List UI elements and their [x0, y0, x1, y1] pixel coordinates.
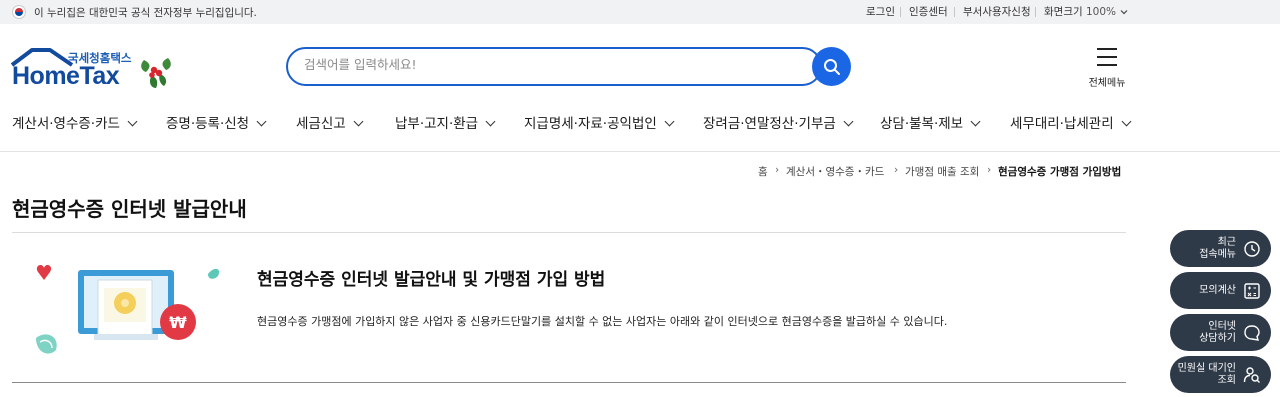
gnb-label: 지급명세·자료·공익법인 — [524, 116, 657, 132]
gnb-item-consulting[interactable]: 상담·불복·제보 — [880, 112, 981, 132]
quick-label: 최근 — [1217, 236, 1236, 248]
hometax-logo[interactable]: 국세청홈택스 HomeTax — [10, 47, 180, 97]
chevron-down-icon — [843, 116, 854, 127]
login-link[interactable]: 로그인 — [866, 4, 895, 19]
chevron-down-icon — [664, 116, 675, 127]
section-divider — [12, 382, 1126, 383]
breadcrumb-current: 현금영수증 가맹점 가입방법 — [998, 166, 1122, 178]
gnb-label: 상담·불복·제보 — [880, 116, 964, 132]
online-consult-button[interactable]: 인터넷 상담하기 — [1170, 314, 1271, 351]
zoom-select[interactable]: 화면크기 100% — [1044, 4, 1128, 19]
quick-label: 모의계산 — [1199, 284, 1236, 296]
gnb-item-incentives[interactable]: 장려금·연말정산·기부금 — [703, 112, 854, 132]
search-box — [286, 47, 822, 86]
chevron-down-icon — [353, 116, 364, 127]
zoom-label: 화면크기 — [1044, 6, 1083, 18]
cert-center-link[interactable]: 인증센터 — [909, 4, 948, 19]
breadcrumb-separator-icon: › — [775, 164, 780, 176]
gnb-label: 세무대리·납세관리 — [1010, 116, 1114, 132]
page-title: 현금영수증 인터넷 발급안내 — [12, 197, 247, 221]
gnb-label: 납부·고지·환급 — [395, 116, 479, 132]
zoom-value: 100% — [1085, 6, 1117, 18]
chevron-down-icon — [1121, 116, 1132, 127]
logo-english-text: HomeTax — [12, 62, 120, 90]
chevron-down-icon — [127, 116, 138, 127]
recent-menu-button[interactable]: 최근 접속메뉴 — [1170, 230, 1271, 267]
gnb-label: 계산서·영수증·카드 — [12, 116, 120, 132]
all-menu-button[interactable]: 전체메뉴 — [1080, 48, 1134, 89]
search-button[interactable] — [812, 47, 851, 86]
holly-icon — [141, 58, 171, 88]
section-description: 현금영수증 가맹점에 가입하지 않은 사업자 중 신용카드단말기를 설치할 수 … — [257, 315, 948, 328]
gnb-item-certificates[interactable]: 증명·등록·신청 — [166, 112, 267, 132]
breadcrumb-item[interactable]: 계산서・영수증・카드 — [786, 164, 884, 179]
divider — [900, 7, 901, 17]
title-divider — [12, 232, 1126, 233]
quick-label: 상담하기 — [1199, 332, 1236, 344]
breadcrumb-separator-icon: › — [894, 164, 899, 176]
gnb-label: 세금신고 — [296, 116, 346, 132]
divider — [954, 7, 955, 17]
quick-label: 인터넷 — [1208, 320, 1236, 332]
dept-user-apply-link[interactable]: 부서사용자신청 — [963, 4, 1031, 19]
gnb-divider — [0, 151, 1280, 152]
search-input[interactable] — [304, 57, 804, 72]
svg-text:₩: ₩ — [169, 313, 187, 332]
gnb-item-payment[interactable]: 납부·고지·환급 — [395, 112, 496, 132]
chevron-down-icon — [1120, 10, 1128, 15]
gnb-item-statements[interactable]: 지급명세·자료·공익법인 — [524, 112, 675, 132]
person-search-icon — [1243, 366, 1260, 383]
calculator-icon — [1244, 282, 1260, 299]
divider — [1035, 7, 1036, 17]
chevron-down-icon — [970, 116, 981, 127]
chevron-down-icon — [256, 116, 267, 127]
clock-icon — [1244, 240, 1260, 257]
gnb-item-receipts[interactable]: 계산서·영수증·카드 — [12, 112, 138, 132]
breadcrumb-home[interactable]: 홈 — [758, 164, 768, 179]
search-icon — [823, 58, 840, 75]
korea-flag-icon — [12, 5, 26, 19]
quick-label: 조회 — [1217, 374, 1236, 386]
breadcrumb-item[interactable]: 가맹점 매출 조회 — [905, 164, 979, 179]
gnb-label: 장려금·연말정산·기부금 — [703, 116, 836, 132]
mock-calc-button[interactable]: 모의계산 — [1170, 272, 1271, 309]
quick-label: 접속메뉴 — [1199, 248, 1236, 260]
hamburger-icon — [1097, 48, 1117, 72]
breadcrumb-separator-icon: › — [987, 164, 992, 176]
chevron-down-icon — [485, 116, 496, 127]
all-menu-label: 전체메뉴 — [1088, 78, 1126, 89]
chat-icon — [1244, 324, 1260, 341]
section-title: 현금영수증 인터넷 발급안내 및 가맹점 가입 방법 — [257, 270, 606, 290]
waiting-lookup-button[interactable]: 민원실 대기인 조회 — [1170, 356, 1271, 393]
gnb-item-tax-filing[interactable]: 세금신고 — [296, 112, 364, 132]
gnb-label: 증명·등록·신청 — [166, 116, 250, 132]
gov-banner-text: 이 누리집은 대한민국 공식 전자정부 누리집입니다. — [34, 7, 257, 19]
gnb-item-tax-agent[interactable]: 세무대리·납세관리 — [1010, 112, 1132, 132]
quick-label: 민원실 대기인 — [1177, 362, 1236, 374]
gov-banner: 이 누리집은 대한민국 공식 전자정부 누리집입니다. 로그인 인증센터 부서사… — [0, 0, 1280, 24]
cash-receipt-illustration: ₩ — [36, 265, 220, 354]
